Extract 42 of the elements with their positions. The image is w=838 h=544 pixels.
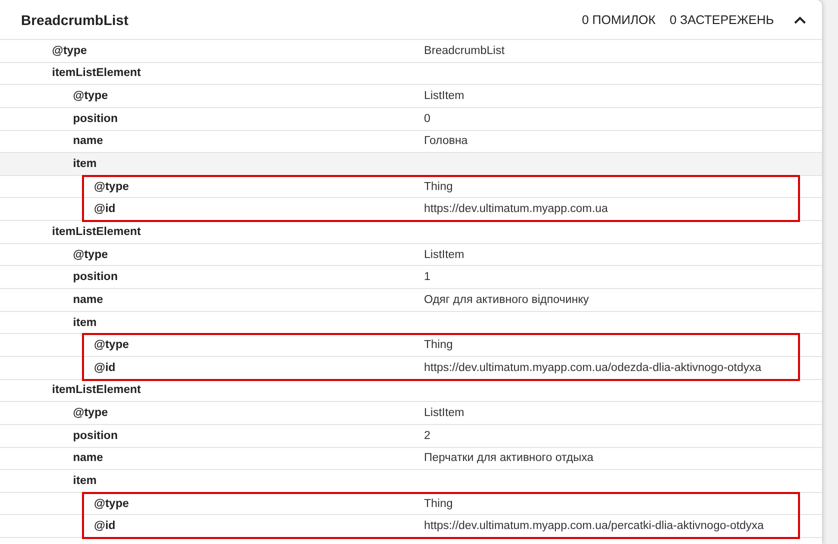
property-value: Перчатки для активного отдыха	[424, 452, 594, 464]
error-count: 0 ПОМИЛОК	[582, 12, 656, 26]
property-name: @id	[93, 203, 116, 216]
property-value: Головна	[424, 135, 468, 148]
property-value: 0	[424, 112, 430, 125]
property-name: itemListElement	[51, 384, 142, 396]
property-name: @id	[93, 362, 116, 374]
property-value: BreadcrumbList	[424, 44, 505, 57]
property-value: ListItem	[424, 90, 464, 102]
property-value: 2	[424, 430, 430, 442]
property-name: itemListElement	[51, 67, 142, 80]
chevron-icon	[794, 16, 806, 24]
property-name: @type	[93, 180, 130, 193]
property-name: @type	[72, 248, 109, 261]
property-name: item	[72, 316, 98, 328]
property-name: itemListElement	[51, 226, 142, 238]
property-value: https://dev.ultimatum.myapp.com.ua/odezda-dlia-aktivnogo-otdyxa	[424, 362, 762, 374]
property-name: @type	[72, 90, 109, 102]
card-title: BreadcrumbList	[21, 12, 130, 28]
property-name: name	[72, 294, 104, 306]
property-value: https://dev.ultimatum.myapp.com.ua	[424, 203, 608, 216]
property-value: Thing	[424, 339, 453, 352]
property-value: https://dev.ultimatum.myapp.com.ua/percatki-dlia-aktivnogo-otdyxa	[424, 520, 764, 532]
property-value: Thing	[424, 498, 453, 510]
property-name: @type	[93, 339, 130, 352]
property-name: position	[72, 112, 119, 125]
property-name: @type	[72, 407, 109, 420]
property-name: name	[72, 452, 104, 464]
property-name: @id	[93, 520, 116, 532]
property-name: position	[72, 271, 119, 284]
property-name: @type	[51, 44, 88, 57]
property-name: item	[72, 474, 98, 487]
property-name: name	[72, 135, 104, 148]
property-value: ListItem	[424, 248, 464, 261]
property-value: ListItem	[424, 407, 464, 420]
property-value: Thing	[424, 180, 453, 193]
property-value: 1	[424, 271, 430, 284]
property-value: Одяг для активного відпочинку	[424, 294, 589, 306]
property-name: position	[72, 430, 119, 442]
property-name: item	[72, 158, 98, 170]
warning-count: 0 ЗАСТЕРЕЖЕНЬ	[670, 12, 774, 26]
property-name: @type	[93, 498, 130, 510]
